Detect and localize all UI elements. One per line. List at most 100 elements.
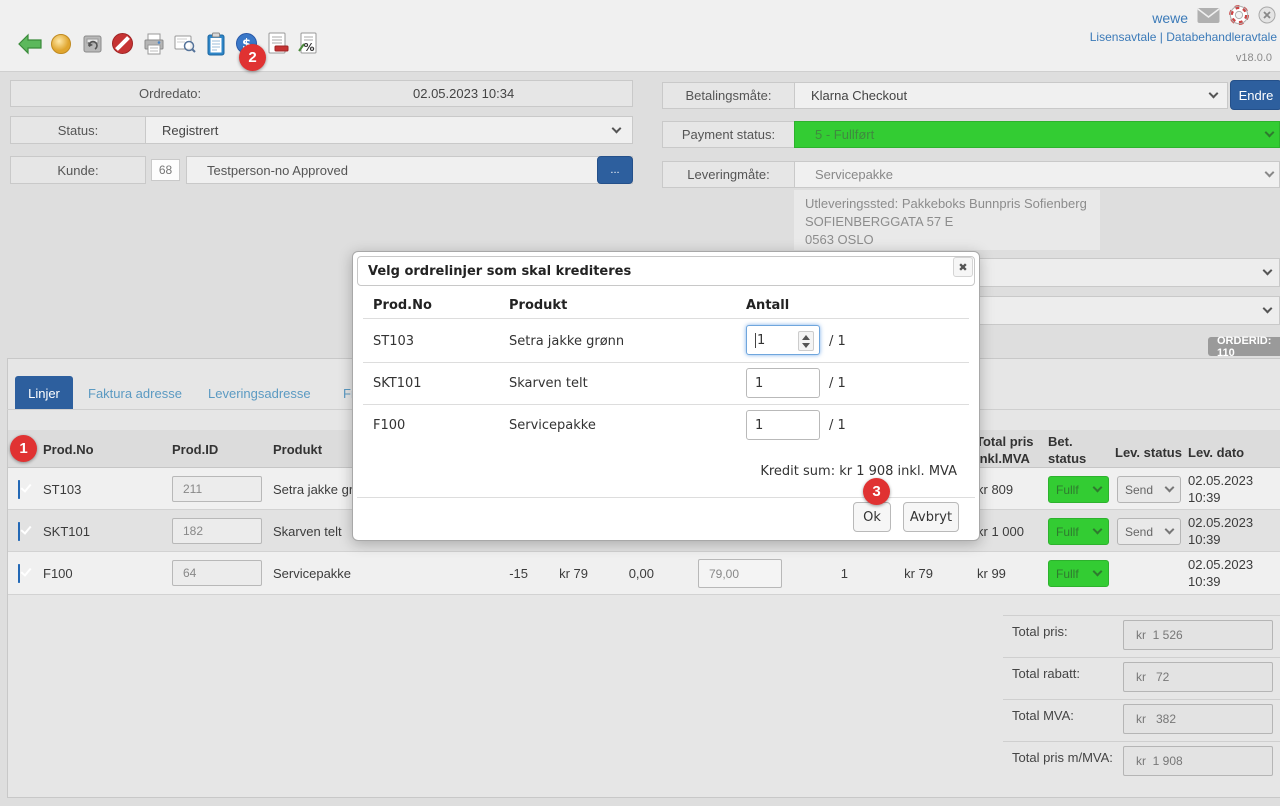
endre-label: Endre <box>1239 88 1274 103</box>
row-checkbox[interactable] <box>18 564 20 583</box>
col-lev-status: Lev. status <box>1115 444 1182 461</box>
total-pris-mva-value: kr 1 908 <box>1136 754 1183 768</box>
back-icon[interactable] <box>16 30 43 57</box>
levering-select[interactable]: Servicepakke <box>794 161 1280 188</box>
payment-status-label: Payment status: <box>682 127 775 142</box>
tab-label: Faktura adresse <box>88 386 182 401</box>
pris-input[interactable] <box>698 559 782 588</box>
betaling-label: Betalingsmåte: <box>686 88 772 103</box>
credit-note-icon[interactable] <box>264 30 291 57</box>
badge-number: 1 <box>19 440 27 457</box>
totals-divider <box>1003 699 1280 700</box>
cell-produkt: Skarven telt <box>273 524 342 539</box>
prod-id-input[interactable] <box>172 560 262 586</box>
antall-value: 1 <box>755 376 763 391</box>
total-mva-field: kr 382 <box>1123 704 1273 734</box>
prod-id-input[interactable] <box>172 518 262 544</box>
tab-faktura-adresse[interactable]: Faktura adresse <box>88 386 182 401</box>
table-row: F100 Servicepakke -15 kr 79 0,00 1 kr 79… <box>8 552 1280 595</box>
prod-id-input[interactable] <box>172 476 262 502</box>
chevron-down-icon <box>612 123 622 133</box>
modal-cell-produkt: Skarven telt <box>509 376 588 391</box>
antall-input[interactable]: 1 <box>746 368 820 398</box>
cell-prod-no: ST103 <box>43 482 81 497</box>
delivery-address-line: Utleveringssted: Pakkeboks Bunnpris Sofi… <box>805 195 1089 213</box>
legal-links[interactable]: Lisensavtale | Databehandleravtale <box>1090 30 1277 44</box>
print-icon[interactable] <box>140 30 167 57</box>
close-icon[interactable] <box>1258 6 1276 29</box>
spin-up-icon[interactable] <box>802 335 810 340</box>
cell-lev-dato: 02.05.2023 10:39 <box>1188 472 1268 506</box>
bet-status-select[interactable]: Fullf <box>1048 560 1109 587</box>
edit-percent-icon[interactable]: % <box>295 30 322 57</box>
total-pris-field: kr 1 526 <box>1123 620 1273 650</box>
help-lifering-icon[interactable] <box>1229 5 1249 30</box>
levering-value: Servicepakke <box>815 167 893 182</box>
notes-icon[interactable] <box>202 30 229 57</box>
lev-status-value: Send <box>1125 525 1153 539</box>
orb-icon[interactable] <box>47 30 74 57</box>
total-mva-value: kr 382 <box>1136 712 1176 726</box>
kunde-name-field[interactable]: Testperson-no Approved <box>186 156 633 184</box>
chevron-down-icon <box>1263 266 1273 276</box>
cell-rabatt: 0,00 <box>616 566 654 581</box>
cell-lev-dato: 02.05.2023 10:39 <box>1188 514 1268 548</box>
user-link[interactable]: wewe <box>1152 10 1188 26</box>
spin-down-icon[interactable] <box>802 343 810 348</box>
avbryt-button[interactable]: Avbryt <box>903 502 959 532</box>
modal-col-antall: Antall <box>746 298 789 313</box>
modal-cell-prod-no: F100 <box>373 418 405 433</box>
titlebar-right: wewe <box>1152 5 1276 30</box>
dialog-titlebar[interactable]: Velg ordrelinjer som skal krediteres <box>357 256 975 286</box>
order-screen: $ % wewe Lisensavtale | Databehandleravt… <box>0 0 1280 806</box>
avbryt-label: Avbryt <box>910 510 952 525</box>
antall-value: 1 <box>757 333 765 348</box>
annotation-badge-1: 1 <box>10 435 37 462</box>
export-icon[interactable] <box>78 30 105 57</box>
antall-input[interactable]: 1 <box>746 325 820 355</box>
row-checkbox[interactable] <box>18 522 20 541</box>
spinner-control[interactable] <box>798 331 814 351</box>
mail-icon[interactable] <box>1197 7 1220 29</box>
status-select[interactable]: Registrert <box>145 116 633 144</box>
cell-pris: kr 79 <box>548 566 588 581</box>
svg-text:%: % <box>303 41 314 54</box>
kunde-id-field[interactable]: 68 <box>151 159 180 181</box>
modal-col-prod-no: Prod.No <box>373 298 432 313</box>
lev-status-select[interactable]: Send <box>1117 518 1181 545</box>
antall-input[interactable]: 1 <box>746 410 820 440</box>
payment-status-select[interactable]: 5 - Fullført <box>794 121 1280 148</box>
betaling-select[interactable]: Klarna Checkout <box>794 82 1228 109</box>
total-pris-label: Total pris: <box>1012 624 1068 639</box>
bet-status-value: Fullf <box>1056 567 1079 581</box>
totals-divider <box>1003 741 1280 742</box>
ok-button[interactable]: Ok <box>853 502 891 532</box>
preview-icon[interactable] <box>171 30 198 57</box>
bet-status-value: Fullf <box>1056 483 1079 497</box>
betaling-value: Klarna Checkout <box>811 88 907 103</box>
antall-max: / 1 <box>829 334 846 349</box>
kunde-browse-button[interactable]: ... <box>597 156 633 184</box>
cell-lev-dato: 02.05.2023 10:39 <box>1188 556 1268 590</box>
col-total-pris: Total pris inkl.MVA <box>976 433 1056 467</box>
ordredato-value: 02.05.2023 10:34 <box>413 86 514 101</box>
row-checkbox[interactable] <box>18 480 20 499</box>
totals-divider <box>1003 657 1280 658</box>
modal-cell-prod-no: ST103 <box>373 334 414 349</box>
cancel-icon[interactable] <box>109 30 136 57</box>
dialog-close-button[interactable]: ✖ <box>953 257 973 277</box>
endre-button[interactable]: Endre <box>1230 80 1280 110</box>
cell-prod-no: F100 <box>43 566 73 581</box>
bet-status-select[interactable]: Fullf <box>1048 518 1109 545</box>
col-lev-dato: Lev. dato <box>1188 444 1244 461</box>
bet-status-select[interactable]: Fullf <box>1048 476 1109 503</box>
bet-status-value: Fullf <box>1056 525 1079 539</box>
tab-linjer[interactable]: Linjer <box>15 376 73 410</box>
chevron-down-icon <box>1209 89 1219 99</box>
toolbar: $ % <box>16 30 322 57</box>
lev-status-select[interactable]: Send <box>1117 476 1181 503</box>
modal-cell-produkt: Setra jakke grønn <box>509 334 624 349</box>
orderid-value: ORDERID: 110 <box>1217 335 1280 359</box>
tab-leveringsadresse[interactable]: Leveringsadresse <box>208 386 311 401</box>
total-rabatt-label: Total rabatt: <box>1012 666 1080 681</box>
